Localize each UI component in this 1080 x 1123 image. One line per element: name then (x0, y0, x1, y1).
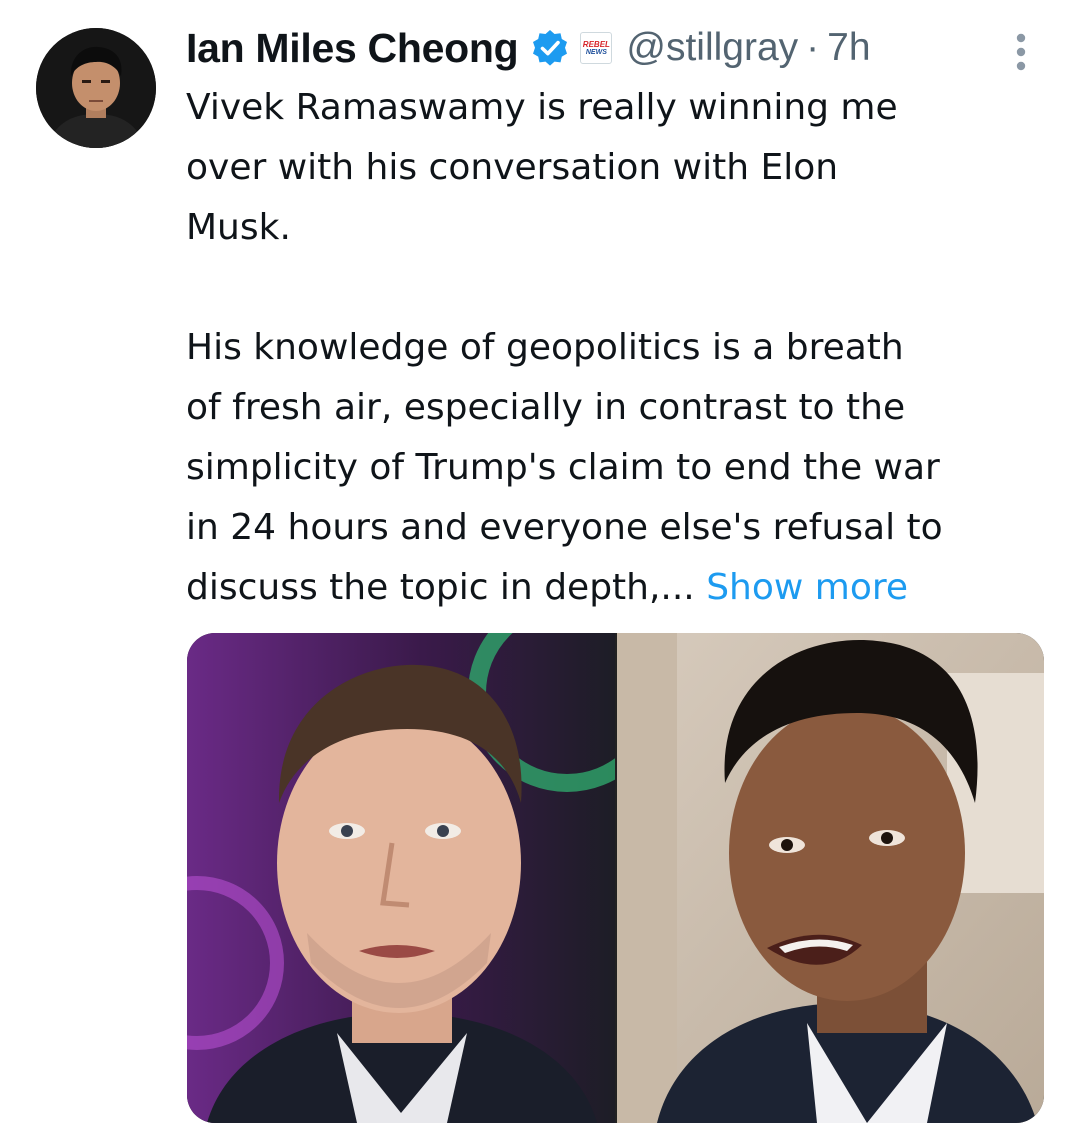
text-line: of fresh air, especially in contrast to … (186, 387, 906, 428)
media-photo-right[interactable] (617, 633, 1044, 1123)
tweet-card[interactable]: Ian Miles Cheong REBEL NEWS @stillgray ·… (0, 0, 1080, 1123)
verified-badge-icon[interactable] (530, 28, 570, 68)
header-separator: · (806, 26, 820, 69)
text-line: Vivek Ramaswamy is really winning me (186, 87, 898, 128)
text-line-last: discuss the topic in depth,... Show more (186, 558, 1056, 618)
text-truncated: discuss the topic in depth,... (186, 567, 695, 608)
text-line: simplicity of Trump's claim to end the w… (186, 447, 940, 488)
text-line: over with his conversation with Elon (186, 147, 839, 188)
author-name[interactable]: Ian Miles Cheong (186, 25, 519, 72)
text-line: in 24 hours and everyone else's refusal … (186, 507, 943, 548)
author-avatar[interactable] (36, 28, 156, 148)
tweet-text: Vivek Ramaswamy is really winning me ove… (186, 78, 1056, 618)
more-options-icon[interactable] (1008, 30, 1034, 74)
show-more-link[interactable]: Show more (706, 567, 908, 608)
text-line: Musk. (186, 207, 291, 248)
text-line: His knowledge of geopolitics is a breath (186, 327, 904, 368)
media-photo-left[interactable] (187, 633, 615, 1123)
author-handle[interactable]: @stillgray (626, 26, 798, 70)
affiliate-badge-icon[interactable]: REBEL NEWS (580, 32, 613, 64)
tweet-timestamp[interactable]: 7h (827, 26, 870, 70)
tweet-media[interactable] (187, 633, 1044, 1123)
tweet-header: Ian Miles Cheong REBEL NEWS @stillgray ·… (186, 18, 871, 78)
